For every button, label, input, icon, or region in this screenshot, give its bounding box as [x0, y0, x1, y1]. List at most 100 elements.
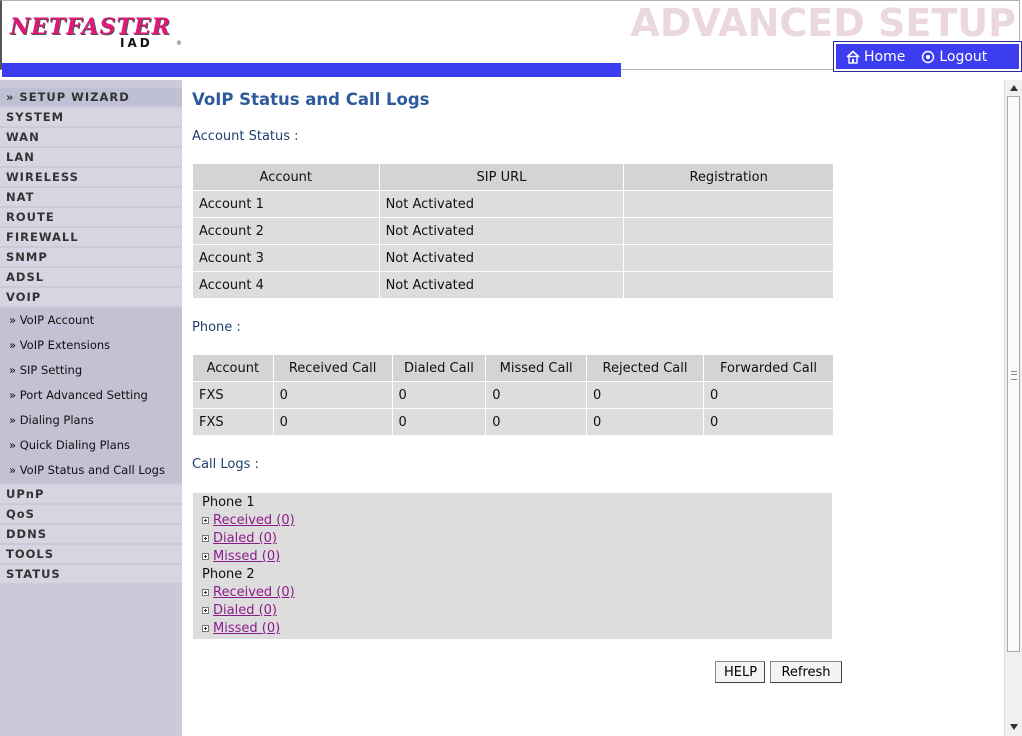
- call-logs-label: Call Logs :: [192, 457, 259, 472]
- phone-1-missed-link[interactable]: Missed (0): [213, 549, 280, 564]
- registration-cell: [624, 218, 833, 244]
- dialed-call-cell: 0: [392, 382, 486, 408]
- forwarded-call-cell: 0: [703, 382, 833, 408]
- page-title: VoIP Status and Call Logs: [192, 90, 430, 109]
- sidebar-subitem-dialing-plans[interactable]: » Dialing Plans: [0, 408, 182, 433]
- rejected-call-cell: 0: [587, 382, 703, 408]
- sidebar-item-wireless[interactable]: WIRELESS: [0, 168, 182, 186]
- table-header-row: Account Received Call Dialed Call Missed…: [193, 355, 833, 381]
- column-header: Missed Call: [486, 355, 587, 381]
- account-cell: FXS: [193, 409, 273, 435]
- sidebar-subitem-voip-extensions[interactable]: » VoIP Extensions: [0, 333, 182, 358]
- phone-2-missed-entry: Missed (0): [202, 621, 280, 636]
- phone-2-dialed-entry: Dialed (0): [202, 603, 277, 618]
- sidebar-item-lan[interactable]: LAN: [0, 148, 182, 166]
- sidebar-item-ddns[interactable]: DDNS: [0, 525, 182, 543]
- phone-stats-table: Account Received Call Dialed Call Missed…: [192, 354, 834, 436]
- account-cell: Account 3: [193, 245, 379, 271]
- registration-cell: [624, 191, 833, 217]
- table-row: Account 1 Not Activated: [193, 191, 833, 217]
- phone-1-dialed-link[interactable]: Dialed (0): [213, 531, 277, 546]
- phone-2-received-link[interactable]: Received (0): [213, 585, 295, 600]
- expand-icon[interactable]: [202, 517, 209, 524]
- sip-url-cell: Not Activated: [379, 191, 624, 217]
- voip-submenu: » VoIP Account » VoIP Extensions » SIP S…: [0, 308, 182, 483]
- phone-1-received-link[interactable]: Received (0): [213, 513, 295, 528]
- home-label: Home: [864, 48, 906, 65]
- missed-call-cell: 0: [486, 382, 587, 408]
- vertical-scrollbar[interactable]: [1004, 80, 1022, 736]
- sip-url-cell: Not Activated: [379, 272, 624, 298]
- account-cell: Account 1: [193, 191, 379, 217]
- logout-link[interactable]: Logout: [921, 49, 987, 65]
- top-nav-inner: Home Logout: [836, 44, 1019, 69]
- expand-icon[interactable]: [202, 553, 209, 560]
- account-cell: Account 4: [193, 272, 379, 298]
- logo-sub: IAD: [120, 36, 153, 50]
- phone-1-missed-entry: Missed (0): [202, 549, 280, 564]
- phone-2-received-entry: Received (0): [202, 585, 295, 600]
- sidebar-item-adsl[interactable]: ADSL: [0, 268, 182, 286]
- table-row: Account 3 Not Activated: [193, 245, 833, 271]
- account-cell: FXS: [193, 382, 273, 408]
- refresh-button[interactable]: Refresh: [770, 661, 842, 683]
- arrow-up-icon: [1010, 85, 1018, 91]
- sidebar-item-upnp[interactable]: UPnP: [0, 485, 182, 503]
- expand-icon[interactable]: [202, 607, 209, 614]
- sidebar-item-snmp[interactable]: SNMP: [0, 248, 182, 266]
- phone-1-received-entry: Received (0): [202, 513, 295, 528]
- scroll-up-arrow[interactable]: [1007, 81, 1021, 95]
- help-button[interactable]: HELP: [715, 661, 765, 683]
- voip-submenu-wrapper: » VoIP Account » VoIP Extensions » SIP S…: [0, 308, 182, 483]
- header: NETFASTER IAD ® ADVANCED SETUP Home Logo…: [0, 0, 1022, 80]
- registration-cell: [624, 245, 833, 271]
- registration-cell: [624, 272, 833, 298]
- arrow-down-icon: [1010, 724, 1018, 730]
- table-row: Account 2 Not Activated: [193, 218, 833, 244]
- column-header: Registration: [624, 164, 833, 190]
- sidebar-subitem-sip-setting[interactable]: » SIP Setting: [0, 358, 182, 383]
- phone-2-dialed-link[interactable]: Dialed (0): [213, 603, 277, 618]
- received-call-cell: 0: [273, 382, 392, 408]
- missed-call-cell: 0: [486, 409, 587, 435]
- home-link[interactable]: Home: [846, 49, 905, 65]
- scrollbar-thumb[interactable]: [1007, 96, 1020, 652]
- sidebar-item-tools[interactable]: TOOLS: [0, 545, 182, 563]
- column-header: SIP URL: [379, 164, 624, 190]
- column-header: Account: [193, 164, 379, 190]
- expand-icon[interactable]: [202, 625, 209, 632]
- sidebar-item-system[interactable]: SYSTEM: [0, 108, 182, 126]
- expand-icon[interactable]: [202, 535, 209, 542]
- sidebar-item-route[interactable]: ROUTE: [0, 208, 182, 226]
- forwarded-call-cell: 0: [703, 409, 833, 435]
- phone-2-missed-link[interactable]: Missed (0): [213, 621, 280, 636]
- sidebar-item-setup-wizard[interactable]: » SETUP WIZARD: [0, 88, 182, 106]
- sip-url-cell: Not Activated: [379, 218, 624, 244]
- sidebar-subitem-port-advanced-setting[interactable]: » Port Advanced Setting: [0, 383, 182, 408]
- logout-label: Logout: [939, 48, 988, 65]
- netfaster-logo: NETFASTER IAD ®: [10, 14, 182, 50]
- account-status-table: Account SIP URL Registration Account 1 N…: [192, 163, 834, 299]
- sidebar-item-status[interactable]: STATUS: [0, 565, 182, 583]
- table-row: Account 4 Not Activated: [193, 272, 833, 298]
- scroll-down-arrow[interactable]: [1007, 720, 1021, 734]
- sip-url-cell: Not Activated: [379, 245, 624, 271]
- sidebar-item-wan[interactable]: WAN: [0, 128, 182, 146]
- sidebar: » SETUP WIZARD SYSTEM WAN LAN WIRELESS N…: [0, 80, 182, 736]
- sidebar-item-nat[interactable]: NAT: [0, 188, 182, 206]
- sidebar-item-qos[interactable]: QoS: [0, 505, 182, 523]
- sidebar-item-voip[interactable]: VOIP: [0, 288, 182, 306]
- top-nav: Home Logout: [833, 41, 1022, 72]
- sidebar-item-firewall[interactable]: FIREWALL: [0, 228, 182, 246]
- phone-label: Phone :: [192, 320, 241, 335]
- phone-1-dialed-entry: Dialed (0): [202, 531, 277, 546]
- sidebar-subitem-quick-dialing-plans[interactable]: » Quick Dialing Plans: [0, 433, 182, 458]
- sidebar-subitem-voip-status-call-logs[interactable]: » VoIP Status and Call Logs: [0, 458, 182, 483]
- table-header-row: Account SIP URL Registration: [193, 164, 833, 190]
- sidebar-subitem-voip-account[interactable]: » VoIP Account: [0, 308, 182, 333]
- registered-mark: ®: [176, 40, 182, 47]
- logout-icon: [922, 50, 935, 63]
- main-content: VoIP Status and Call Logs Account Status…: [192, 80, 1002, 736]
- expand-icon[interactable]: [202, 589, 209, 596]
- account-cell: Account 2: [193, 218, 379, 244]
